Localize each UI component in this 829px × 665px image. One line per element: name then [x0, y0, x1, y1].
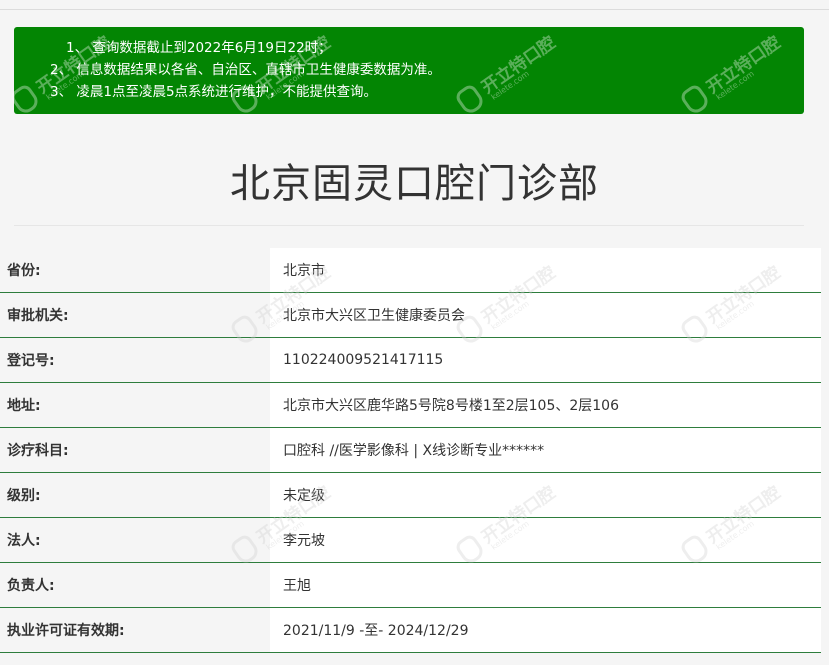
- row-label: 省份:: [0, 248, 270, 292]
- row-label: 诊疗科目:: [0, 428, 270, 472]
- table-row-legal-person: 法人: 李元坡: [0, 518, 821, 563]
- table-row-level: 级别: 未定级: [0, 473, 821, 518]
- notice-line-3: 3、 凌晨1点至凌晨5点系统进行维护，不能提供查询。: [50, 84, 378, 100]
- notice-banner: 1、 查询数据截止到2022年6月19日22时； 2、 信息数据结果以各省、自治…: [14, 27, 804, 114]
- table-row-address: 地址: 北京市大兴区鹿华路5号院8号楼1至2层105、2层106: [0, 383, 821, 428]
- notice-line-1: 1、 查询数据截止到2022年6月19日22时；: [66, 40, 332, 56]
- page-title: 北京固灵口腔门诊部: [230, 161, 599, 207]
- row-value: 北京市大兴区鹿华路5号院8号楼1至2层105、2层106: [270, 383, 821, 427]
- row-value: 王旭: [270, 563, 821, 607]
- row-value: 北京市大兴区卫生健康委员会: [270, 293, 821, 337]
- notice-line-2: 2、 信息数据结果以各省、自治区、直辖市卫生健康委数据为准。: [50, 62, 441, 78]
- table-row-province: 省份: 北京市: [0, 248, 821, 293]
- row-value: 2021/11/9 -至- 2024/12/29: [270, 608, 821, 652]
- row-value: 李元坡: [270, 518, 821, 562]
- row-value: 未定级: [270, 473, 821, 517]
- row-value: 口腔科 //医学影像科 | X线诊断专业******: [270, 428, 821, 472]
- row-label: 法人:: [0, 518, 270, 562]
- row-value: 北京市: [270, 248, 821, 292]
- table-row-responsible: 负责人: 王旭: [0, 563, 821, 608]
- row-label: 地址:: [0, 383, 270, 427]
- row-label: 审批机关:: [0, 293, 270, 337]
- row-value: 110224009521417115: [270, 338, 821, 382]
- table-row-authority: 审批机关: 北京市大兴区卫生健康委员会: [0, 293, 821, 338]
- row-label: 登记号:: [0, 338, 270, 382]
- row-label: 执业许可证有效期:: [0, 608, 270, 652]
- row-label: 负责人:: [0, 563, 270, 607]
- table-row-license-validity: 执业许可证有效期: 2021/11/9 -至- 2024/12/29: [0, 608, 821, 653]
- title-divider: [14, 225, 804, 226]
- row-label: 级别:: [0, 473, 270, 517]
- table-row-departments: 诊疗科目: 口腔科 //医学影像科 | X线诊断专业******: [0, 428, 821, 473]
- info-table: 省份: 北京市 审批机关: 北京市大兴区卫生健康委员会 登记号: 1102240…: [0, 248, 821, 653]
- top-divider: [0, 9, 829, 10]
- table-row-registration: 登记号: 110224009521417115: [0, 338, 821, 383]
